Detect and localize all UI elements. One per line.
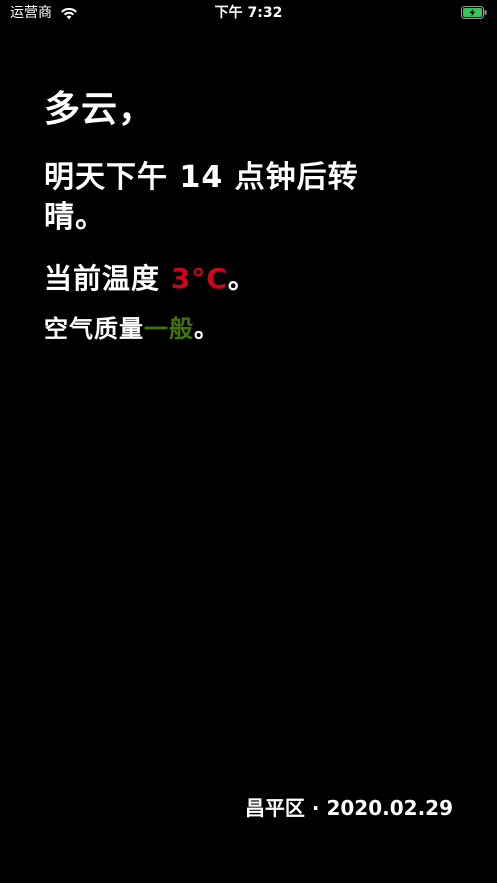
weather-condition: 多云， [44, 89, 156, 130]
weather-summary: 多云， 明天下午 14 点钟后转晴。 当前温度 3°C。 空气质量一般。 [44, 88, 464, 346]
air-quality-label: 空气质量 [44, 315, 144, 343]
temperature-suffix: 。 [227, 262, 257, 295]
location-date: 昌平区 · 2020.02.29 [245, 794, 453, 822]
date-label: 2020.02.29 [326, 796, 453, 820]
temperature-label: 当前温度 [44, 262, 171, 295]
battery-charging-icon [461, 6, 487, 19]
location-name: 昌平区 [244, 796, 305, 820]
current-temperature: 当前温度 3°C。 [44, 260, 464, 298]
status-bar: 运营商 下午 7:32 [0, 0, 497, 26]
air-quality: 空气质量一般。 [44, 312, 464, 346]
air-quality-suffix: 。 [194, 315, 219, 343]
separator-dot: · [304, 796, 327, 820]
temperature-value: 3°C [170, 262, 228, 295]
status-time: 下午 7:32 [214, 5, 283, 21]
weather-forecast: 明天下午 14 点钟后转晴。 [44, 160, 359, 235]
air-quality-value: 一般 [144, 315, 194, 343]
